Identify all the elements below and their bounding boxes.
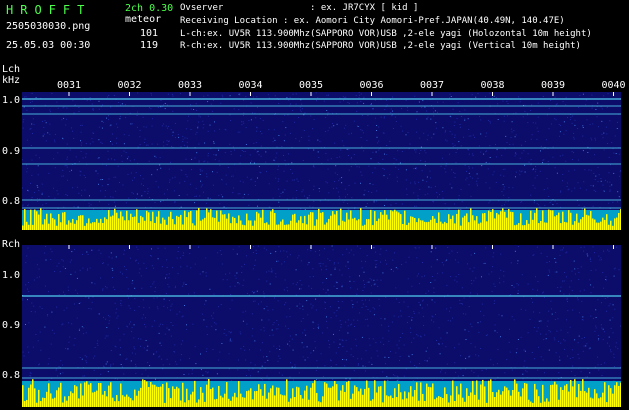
time-tick-0036: 0036	[359, 80, 384, 91]
lch-label: Lch	[2, 64, 21, 75]
khz-unit-label: kHz	[2, 75, 21, 86]
time-tick-0032: 0032	[117, 80, 142, 91]
location-line: Receiving Location : ex. Aomori City Aom…	[180, 16, 565, 26]
meteor-label: meteor	[125, 14, 162, 25]
lch-spectrogram	[22, 92, 621, 230]
meteor-count-r: 119	[140, 40, 159, 51]
filename-label: 2505030030.png	[6, 21, 91, 32]
lch-ytick-1.0: 1.0	[2, 95, 21, 106]
lch-ytick-0.9: 0.9	[2, 146, 21, 157]
lch-ytick-0.8: 0.8	[2, 196, 21, 207]
rch-info-line: R-ch:ex. UV5R 113.900Mhz(SAPPORO VOR)USB…	[180, 41, 581, 51]
timestamp-label: 25.05.03 00:30	[6, 40, 91, 51]
spectrogram-background	[22, 245, 621, 381]
rch-ytick-0.8: 0.8	[2, 370, 21, 381]
time-tick-0038: 0038	[480, 80, 505, 91]
time-tick-0037: 0037	[420, 80, 445, 91]
time-tick-0031: 0031	[57, 80, 82, 91]
meteor-count-l: 101	[140, 28, 159, 39]
app-logo: HROFFT	[6, 3, 92, 17]
spectrogram-background	[22, 92, 621, 210]
time-tick-0033: 0033	[178, 80, 203, 91]
version-label: 2ch 0.30	[125, 3, 174, 14]
observer-line: Ovserver : ex. JR7CYX [ kid ]	[180, 3, 419, 13]
rch-ytick-1.0: 1.0	[2, 270, 21, 281]
time-tick-0039: 0039	[541, 80, 566, 91]
rch-ytick-0.9: 0.9	[2, 320, 21, 331]
rch-spectrogram	[22, 245, 621, 407]
time-tick-0040: 0040	[601, 80, 626, 91]
rch-label: Rch	[2, 239, 21, 250]
time-tick-0035: 0035	[299, 80, 324, 91]
lch-info-line: L-ch:ex. UV5R 113.900Mhz(SAPPORO VOR)USB…	[180, 29, 592, 39]
time-tick-0034: 0034	[238, 80, 263, 91]
